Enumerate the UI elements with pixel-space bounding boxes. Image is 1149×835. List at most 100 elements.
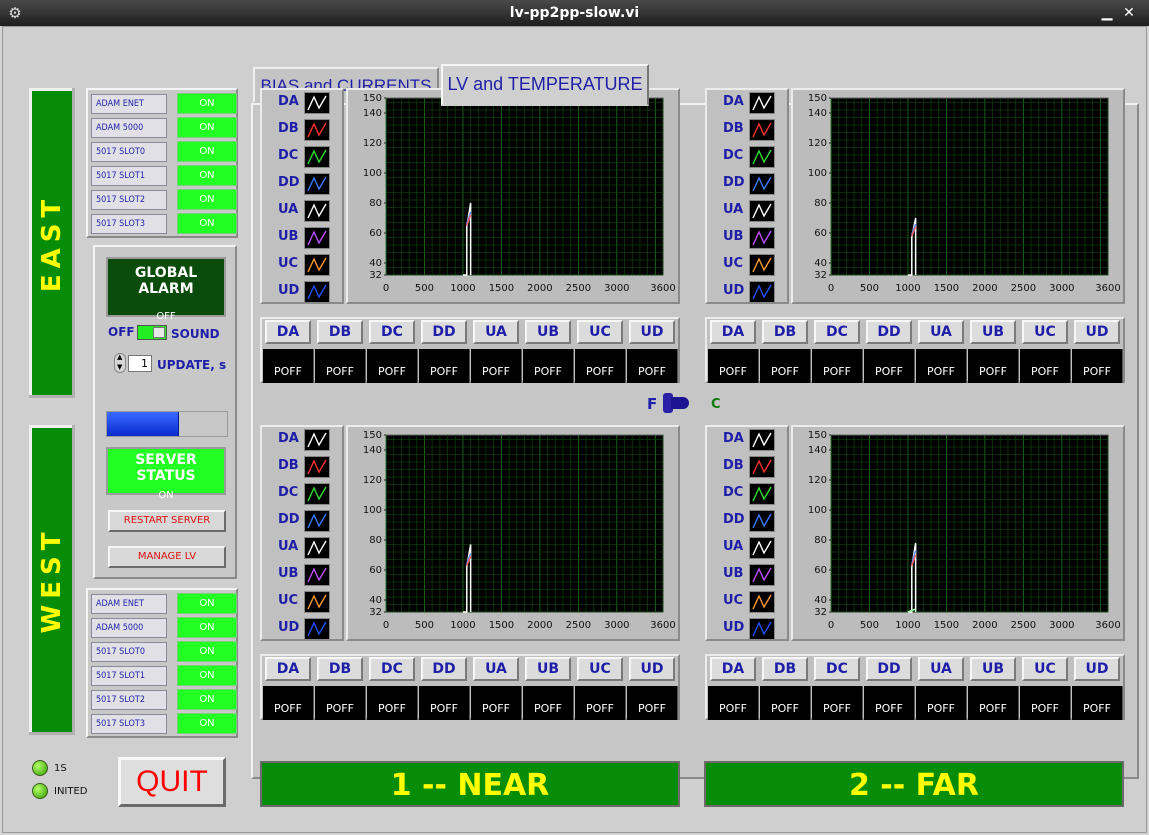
channel-head[interactable]: DD bbox=[421, 320, 467, 344]
legend-item[interactable]: UA bbox=[709, 537, 785, 559]
legend-item[interactable]: UD bbox=[709, 618, 785, 640]
channel-head[interactable]: UA bbox=[918, 320, 964, 344]
channel-head[interactable]: DC bbox=[814, 320, 860, 344]
channel-head[interactable]: UA bbox=[473, 320, 519, 344]
channel-head[interactable]: UB bbox=[525, 320, 571, 344]
legend-item[interactable]: DC bbox=[264, 483, 340, 505]
legend-item[interactable]: UC bbox=[264, 254, 340, 276]
legend-item[interactable]: UC bbox=[709, 591, 785, 613]
legend-item-label: DA bbox=[278, 431, 299, 446]
legend-item[interactable]: UC bbox=[709, 254, 785, 276]
legend-item[interactable]: DA bbox=[264, 92, 340, 114]
channel-head[interactable]: UC bbox=[577, 320, 623, 344]
legend-item[interactable]: DC bbox=[709, 483, 785, 505]
legend-item[interactable]: DB bbox=[264, 119, 340, 141]
manage-lv-button[interactable]: MANAGE LV bbox=[108, 546, 226, 568]
channel-head[interactable]: DA bbox=[265, 657, 311, 681]
x-tick-label: 2000 bbox=[527, 283, 552, 294]
legend-item[interactable]: UC bbox=[264, 591, 340, 613]
channel-head[interactable]: UA bbox=[918, 657, 964, 681]
channel-head[interactable]: UC bbox=[1022, 320, 1068, 344]
legend-swatch bbox=[749, 254, 775, 276]
quadrant-3: DA DB DC DD UA UB UC UD 0 500 1000 1500 2000 2500 3000… bbox=[705, 425, 1129, 725]
legend-line-icon bbox=[307, 594, 327, 610]
legend-item[interactable]: UD bbox=[264, 281, 340, 303]
legend-item[interactable]: UD bbox=[709, 281, 785, 303]
legend-item[interactable]: DB bbox=[709, 456, 785, 478]
legend-item-label: UA bbox=[723, 202, 744, 217]
legend-item[interactable]: UB bbox=[264, 564, 340, 586]
stepper-up-icon[interactable]: ▲ bbox=[117, 353, 122, 361]
legend-item[interactable]: DA bbox=[709, 429, 785, 451]
far-close-switch[interactable] bbox=[661, 393, 689, 413]
channel-value: POFF bbox=[916, 686, 967, 720]
legend-line-icon bbox=[752, 149, 772, 165]
legend-item[interactable]: DB bbox=[264, 456, 340, 478]
quit-button[interactable]: QUIT bbox=[118, 757, 226, 807]
channel-head[interactable]: DC bbox=[369, 657, 415, 681]
minimize-icon[interactable]: ▁ bbox=[1097, 0, 1117, 26]
app-icon[interactable]: ⚙ bbox=[6, 4, 24, 22]
channel-head[interactable]: DD bbox=[866, 320, 912, 344]
channel-head[interactable]: UD bbox=[629, 320, 675, 344]
legend-item[interactable]: DD bbox=[709, 173, 785, 195]
quadrant-2: DA DB DC DD UA UB UC UD 0 500 1000 1500 2000 2500 3000… bbox=[260, 425, 684, 725]
status-label-1: ADAM 5000 bbox=[91, 618, 167, 638]
update-input[interactable]: 1 bbox=[128, 355, 152, 372]
legend-item-label: DD bbox=[278, 512, 300, 527]
legend-item[interactable]: DD bbox=[264, 173, 340, 195]
legend-swatch bbox=[304, 537, 330, 559]
channel-head[interactable]: DA bbox=[710, 320, 756, 344]
channel-head[interactable]: UB bbox=[970, 657, 1016, 681]
legend-item[interactable]: UA bbox=[264, 537, 340, 559]
legend-swatch bbox=[304, 618, 330, 640]
x-tick-label: 2500 bbox=[1011, 283, 1036, 294]
legend-item[interactable]: DA bbox=[264, 429, 340, 451]
legend-item[interactable]: UB bbox=[709, 564, 785, 586]
channel-head[interactable]: DC bbox=[369, 320, 415, 344]
channel-head[interactable]: DB bbox=[317, 657, 363, 681]
legend-item-label: UC bbox=[723, 593, 744, 608]
channel-head[interactable]: UC bbox=[577, 657, 623, 681]
channel-head[interactable]: DB bbox=[762, 657, 808, 681]
legend-item[interactable]: DA bbox=[709, 92, 785, 114]
status-label-5: 5017 SLOT3 bbox=[91, 714, 167, 734]
channel-head[interactable]: DB bbox=[762, 320, 808, 344]
channel-head[interactable]: DA bbox=[710, 657, 756, 681]
legend-item[interactable]: DC bbox=[709, 146, 785, 168]
legend-item[interactable]: UB bbox=[264, 227, 340, 249]
channel-head[interactable]: DB bbox=[317, 320, 363, 344]
channel-head[interactable]: DD bbox=[421, 657, 467, 681]
channel-head[interactable]: UD bbox=[629, 657, 675, 681]
channel-value: POFF bbox=[523, 686, 574, 720]
tab-lv-and-temperature[interactable]: LV and TEMPERATURE bbox=[441, 64, 649, 106]
legend-item[interactable]: DD bbox=[709, 510, 785, 532]
x-tick-label: 2500 bbox=[566, 283, 591, 294]
channel-head[interactable]: DD bbox=[866, 657, 912, 681]
channel-value: POFF bbox=[263, 686, 314, 720]
channel-head[interactable]: UA bbox=[473, 657, 519, 681]
channel-head[interactable]: UD bbox=[1074, 320, 1120, 344]
legend-line-icon bbox=[307, 432, 327, 448]
channel-head[interactable]: UD bbox=[1074, 657, 1120, 681]
legend-panel: DA DB DC DD UA UB UC UD bbox=[260, 88, 344, 304]
close-icon[interactable]: ✕ bbox=[1119, 0, 1139, 26]
sound-toggle[interactable] bbox=[137, 325, 167, 340]
legend-item[interactable]: DD bbox=[264, 510, 340, 532]
legend-item[interactable]: DC bbox=[264, 146, 340, 168]
channel-head[interactable]: DC bbox=[814, 657, 860, 681]
legend-item[interactable]: UA bbox=[264, 200, 340, 222]
channel-head[interactable]: UB bbox=[525, 657, 571, 681]
led-1s-label: 1S bbox=[54, 763, 67, 774]
channel-head[interactable]: UB bbox=[970, 320, 1016, 344]
stepper-down-icon[interactable]: ▼ bbox=[117, 363, 122, 371]
legend-item[interactable]: UB bbox=[709, 227, 785, 249]
channel-head[interactable]: UC bbox=[1022, 657, 1068, 681]
legend-item[interactable]: UD bbox=[264, 618, 340, 640]
channel-status-row: DA POFF DB POFF DC POFF DD POFF UA POFF UB POFF UC PO… bbox=[260, 654, 680, 720]
restart-server-button[interactable]: RESTART SERVER bbox=[108, 510, 226, 532]
legend-item[interactable]: DB bbox=[709, 119, 785, 141]
channel-head[interactable]: DA bbox=[265, 320, 311, 344]
update-stepper[interactable]: ▲ ▼ bbox=[114, 353, 126, 373]
legend-item[interactable]: UA bbox=[709, 200, 785, 222]
